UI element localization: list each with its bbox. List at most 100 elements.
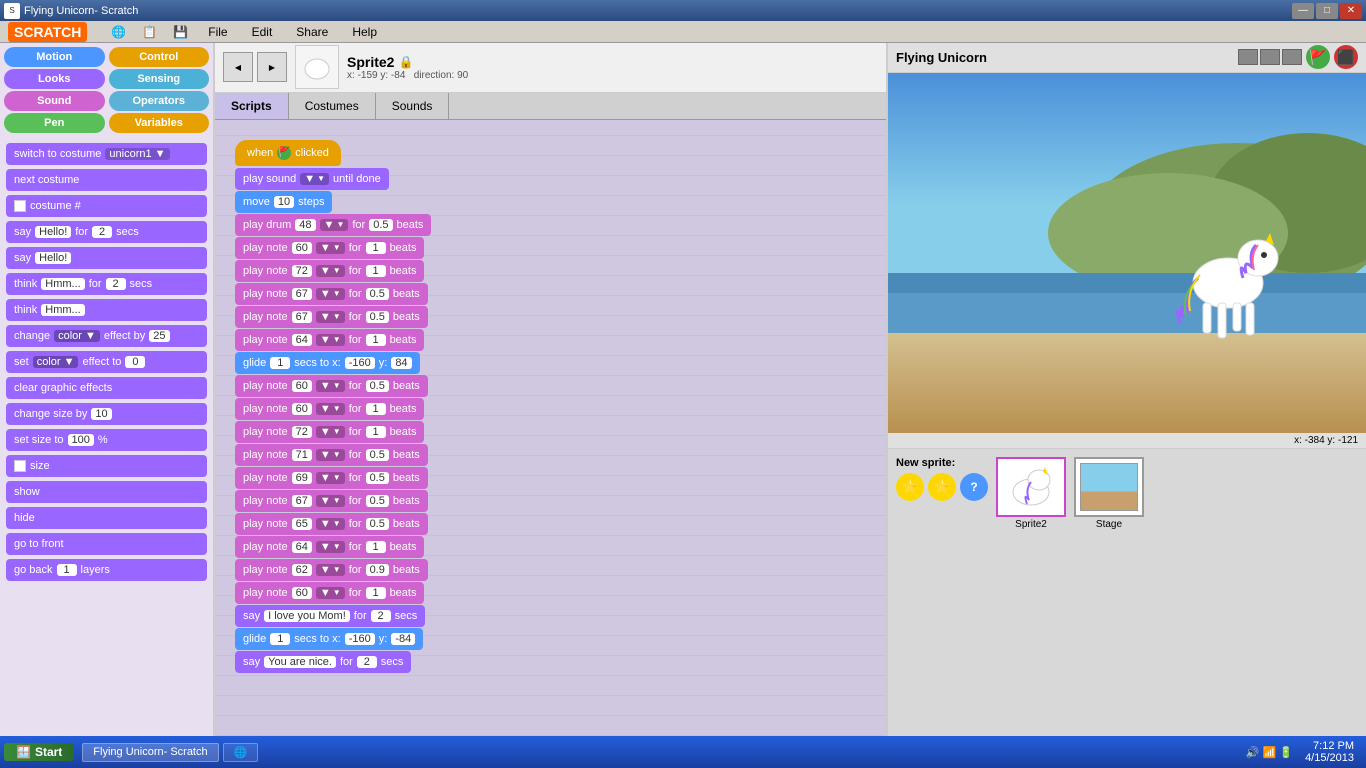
help-sprite-button[interactable]: ? [960,473,988,501]
new-sprite-label: New sprite: [896,457,988,469]
window-title: Flying Unicorn- Scratch [24,5,1292,17]
tab-sounds[interactable]: Sounds [376,93,450,119]
block-change-size[interactable]: change size by 10 [6,403,207,425]
stage-header: Flying Unicorn 🚩 ⬛ [888,43,1366,73]
blocks-palette: switch to costume unicorn1 ▼ next costum… [0,137,213,736]
block-go-front[interactable]: go to front [6,533,207,555]
cat-operators[interactable]: Operators [109,91,210,111]
window-controls: — □ ✕ [1292,3,1362,19]
block-play-note-10[interactable]: play note 69▼ for 0.5 beats [235,467,428,489]
block-think[interactable]: think Hmm... [6,299,207,321]
block-say[interactable]: say Hello! [6,247,207,269]
block-play-note-12[interactable]: play note 65▼ for 0.5 beats [235,513,428,535]
block-play-note-6[interactable]: play note 60▼ for 0.5 beats [235,375,428,397]
block-play-drum[interactable]: play drum 48▼ for 0.5 beats [235,214,431,236]
block-hide[interactable]: hide [6,507,207,529]
block-say-love[interactable]: say I love you Mom! for 2 secs [235,605,425,627]
sprite-list: Sprite2 Stage [996,457,1144,728]
lock-icon: 🔒 [398,55,413,69]
block-set-size[interactable]: set size to 100 % [6,429,207,451]
maximize-button[interactable]: □ [1316,3,1338,19]
nav-icon-left[interactable]: ◀ [223,52,253,82]
taskbar-items: Flying Unicorn- Scratch 🌐 [74,743,1246,762]
block-play-note-11[interactable]: play note 67▼ for 0.5 beats [235,490,428,512]
view-medium[interactable] [1260,49,1280,65]
app-icon: S [4,3,20,19]
save-icon[interactable]: 💾 [173,25,188,39]
nav-icon-right[interactable]: ▶ [257,52,287,82]
sprite-label-stage: Stage [1096,519,1122,530]
tab-scripts[interactable]: Scripts [215,93,289,119]
menu-edit[interactable]: Edit [248,23,277,41]
cat-sound[interactable]: Sound [4,91,105,111]
block-play-note-15[interactable]: play note 60▼ for 1 beats [235,582,424,604]
new-sprite-area: New sprite: ⭐ ⭐ ? [896,457,988,728]
block-play-note-2[interactable]: play note 72▼ for 1 beats [235,260,424,282]
block-play-note-13[interactable]: play note 64▼ for 1 beats [235,536,424,558]
cat-looks[interactable]: Looks [4,69,105,89]
menu-file[interactable]: File [204,23,231,41]
block-switch-costume[interactable]: switch to costume unicorn1 ▼ [6,143,207,165]
script-tabs: Scripts Costumes Sounds [215,93,886,120]
scripts-area[interactable]: when 🚩 clicked play sound ▼ until done m… [215,120,886,736]
block-go-back[interactable]: go back 1 layers [6,559,207,581]
start-button[interactable]: 🪟 Start [4,743,74,761]
paint-sprite-button[interactable]: ⭐ [896,473,924,501]
block-think-for[interactable]: think Hmm... for 2 secs [6,273,207,295]
block-say-for[interactable]: say Hello! for 2 secs [6,221,207,243]
block-next-costume[interactable]: next costume [6,169,207,191]
block-play-note-5[interactable]: play note 64▼ for 1 beats [235,329,424,351]
globe-icon[interactable]: 🌐 [111,25,126,39]
block-costume-num[interactable]: ☐ costume # [6,195,207,217]
tab-costumes[interactable]: Costumes [289,93,376,119]
block-play-note-14[interactable]: play note 62▼ for 0.9 beats [235,559,428,581]
menu-help[interactable]: Help [348,23,381,41]
stamp-sprite-button[interactable]: ⭐ [928,473,956,501]
taskbar-item-browser[interactable]: 🌐 [223,743,259,762]
block-play-note-7[interactable]: play note 60▼ for 1 beats [235,398,424,420]
block-play-note-9[interactable]: play note 71▼ for 0.5 beats [235,444,428,466]
minimize-button[interactable]: — [1292,3,1314,19]
block-clear-effects[interactable]: clear graphic effects [6,377,207,399]
taskbar-item-scratch[interactable]: Flying Unicorn- Scratch [82,743,218,762]
cat-control[interactable]: Control [109,47,210,67]
sprite-thumb-sprite2[interactable] [996,457,1066,517]
hat-when-clicked[interactable]: when 🚩 clicked [235,140,341,166]
block-glide-1[interactable]: glide 1 secs to x: -160 y: 84 [235,352,420,374]
block-play-note-8[interactable]: play note 72▼ for 1 beats [235,421,424,443]
block-play-note-3[interactable]: play note 67▼ for 0.5 beats [235,283,428,305]
cat-sensing[interactable]: Sensing [109,69,210,89]
block-move-steps[interactable]: move 10 steps [235,191,332,213]
block-glide-2[interactable]: glide 1 secs to x: -160 y: -84 [235,628,423,650]
view-large[interactable] [1282,49,1302,65]
stage-canvas [888,73,1366,433]
menu-share[interactable]: Share [292,23,332,41]
menubar: SCRATCH 🌐 📋 💾 File Edit Share Help [0,21,1366,43]
block-size-var[interactable]: ☐ size [6,455,207,477]
stage-title: Flying Unicorn [896,50,987,65]
sprite-item-stage[interactable]: Stage [1074,457,1144,728]
sprite-thumb-stage[interactable] [1074,457,1144,517]
block-play-sound-until-done[interactable]: play sound ▼ until done [235,168,389,190]
block-set-effect[interactable]: set color ▼ effect to 0 [6,351,207,373]
block-play-note-1[interactable]: play note 60▼ for 1 beats [235,237,424,259]
scratch-logo: SCRATCH [8,22,87,42]
block-play-note-4[interactable]: play note 67▼ for 0.5 beats [235,306,428,328]
cat-variables[interactable]: Variables [109,113,210,133]
sprite-coords: x: -159 y: -84 direction: 90 [347,70,468,81]
close-button[interactable]: ✕ [1340,3,1362,19]
stop-button[interactable]: ⬛ [1334,45,1358,69]
copy-icon[interactable]: 📋 [142,25,157,39]
taskbar: 🪟 Start Flying Unicorn- Scratch 🌐 🔊 📶 🔋 … [0,736,1366,768]
sprite-item-sprite2[interactable]: Sprite2 [996,457,1066,728]
cat-pen[interactable]: Pen [4,113,105,133]
block-change-effect[interactable]: change color ▼ effect by 25 [6,325,207,347]
green-flag-button[interactable]: 🚩 [1306,45,1330,69]
tray-icons: 🔊 📶 🔋 [1246,746,1293,759]
sprite-info: ◀ ▶ Sprite2 🔒 x: -159 y: -84 direc [215,43,886,93]
block-say-nice[interactable]: say You are nice. for 2 secs [235,651,411,673]
block-show[interactable]: show [6,481,207,503]
view-small[interactable] [1238,49,1258,65]
sprite-name: Sprite2 [347,54,394,70]
cat-motion[interactable]: Motion [4,47,105,67]
